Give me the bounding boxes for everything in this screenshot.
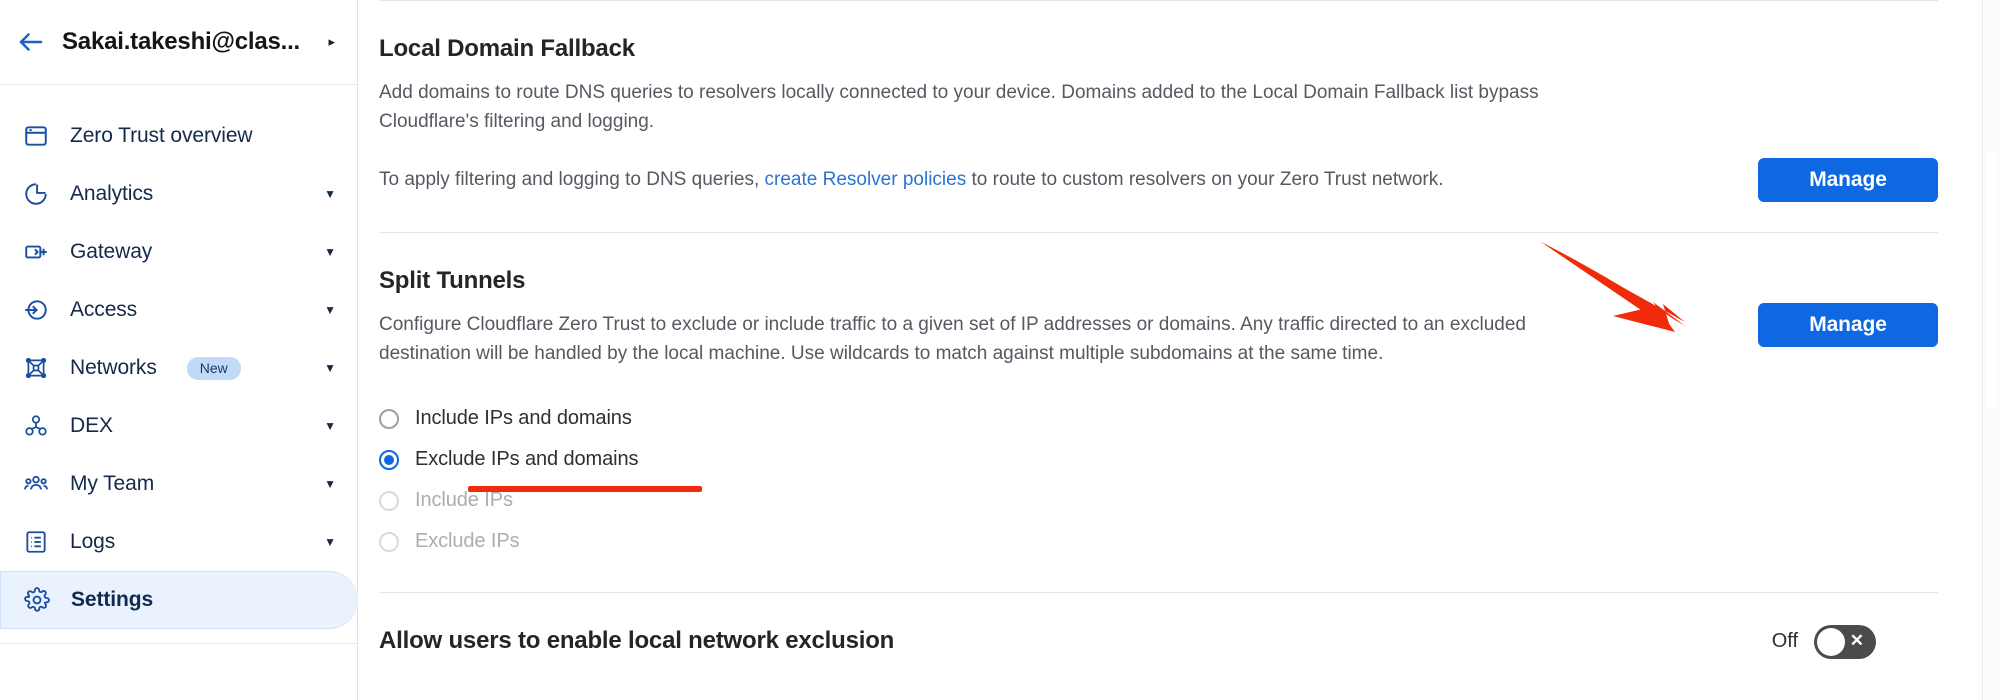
toggle-state-label: Off [1771,630,1798,652]
sidebar-item-access[interactable]: Access ▼ [0,281,358,339]
radio-exclude-ips: Exclude IPs [379,521,526,562]
sidebar-item-label: Logs [70,530,116,553]
sidebar-item-networks[interactable]: Networks New ▼ [0,339,358,397]
back-arrow-icon[interactable] [14,25,48,59]
local-domain-fallback-manage-button[interactable]: Manage [1758,158,1938,202]
annotation-red-underline [468,486,702,492]
sidebar-item-label: Settings [71,588,154,611]
pie-chart-icon [22,180,50,208]
chevron-down-icon[interactable]: ▼ [324,246,336,258]
sidebar-item-settings[interactable]: Settings [0,571,358,629]
sidebar-item-label: Zero Trust overview [70,124,253,147]
split-tunnels-title: Split Tunnels [379,267,526,294]
sidebar-item-dex[interactable]: DEX ▼ [0,397,358,455]
access-login-icon [22,296,50,324]
scrollbar-thumb[interactable] [1986,150,1997,410]
radio-label: Exclude IPs and domains [415,448,639,470]
local-domain-fallback-action-row: To apply filtering and logging to DNS qu… [379,158,1938,202]
radio-include-ips-and-domains[interactable]: Include IPs and domains [379,398,638,439]
chevron-down-icon[interactable]: ▼ [324,188,336,200]
gear-icon [23,586,51,614]
local-network-exclusion-toggle[interactable]: ✕ [1814,625,1876,659]
sidebar-item-label: DEX [70,414,113,437]
sidebar-item-label: Access [70,298,138,321]
network-mesh-icon [22,354,50,382]
settings-sections: Local Domain Fallback Add domains to rou… [358,1,2000,659]
new-badge: New [186,356,241,380]
create-resolver-policies-link[interactable]: create Resolver policies [765,169,967,190]
split-tunnels-header-row: Split Tunnels Configure Cloudflare Zero … [379,267,1938,368]
toggle-off-icon: ✕ [1849,631,1864,650]
sidebar-item-gateway[interactable]: Gateway ▼ [0,223,358,281]
radio-label: Include IPs and domains [415,407,632,429]
account-name: Sakai.takeshi@clas... [62,28,301,55]
radio-indicator[interactable] [379,449,399,470]
sidebar: Sakai.takeshi@clas... ▸ Zero Trust overv… [0,0,358,700]
resolver-policies-hint: To apply filtering and logging to DNS qu… [379,166,1444,195]
sidebar-item-label: My Team [70,472,155,495]
local-network-exclusion-title: Allow users to enable local network excl… [379,627,895,654]
chevron-down-icon[interactable]: ▼ [324,478,336,490]
chevron-down-icon[interactable]: ▼ [324,304,336,316]
chevron-down-icon[interactable]: ▼ [324,420,336,432]
split-tunnels-description: Configure Cloudflare Zero Trust to exclu… [379,314,1526,364]
split-tunnels-text-block: Split Tunnels Configure Cloudflare Zero … [379,267,1559,368]
main-content: Local Domain Fallback Add domains to rou… [358,0,2000,700]
sidebar-item-analytics[interactable]: Analytics ▼ [0,165,358,223]
logs-list-icon [22,528,50,556]
sidebar-item-logs[interactable]: Logs ▼ [0,513,358,571]
split-tunnels-manage-button[interactable]: Manage [1758,303,1938,347]
chevron-down-icon[interactable]: ▼ [324,536,336,548]
browser-window-icon [22,122,50,150]
local-domain-fallback-title: Local Domain Fallback [379,35,635,62]
sidebar-item-zero-trust-overview[interactable]: Zero Trust overview [0,107,358,165]
radio-indicator[interactable] [379,408,399,429]
radio-label: Exclude IPs [415,530,520,552]
radio-exclude-ips-and-domains[interactable]: Exclude IPs and domains [379,439,644,480]
sidebar-nav: Zero Trust overview Analytics ▼ Gateway … [0,85,358,644]
resolver-hint-suffix: to route to custom resolvers on your Zer… [966,168,1444,190]
gateway-icon [22,238,50,266]
sidebar-item-label: Networks [70,356,157,379]
vertical-scrollbar[interactable] [1982,0,2000,700]
account-switcher[interactable]: Sakai.takeshi@clas... ▸ [0,0,357,85]
local-domain-fallback-description: Add domains to route DNS queries to reso… [379,82,1539,132]
caret-right-icon[interactable]: ▸ [322,34,335,50]
radio-label: Include IPs [415,489,513,511]
section-local-domain-fallback: Local Domain Fallback Add domains to rou… [379,1,1938,233]
radio-indicator [379,490,399,511]
resolver-hint-prefix: To apply filtering and logging to DNS qu… [379,168,765,190]
zero-trust-settings-page: Sakai.takeshi@clas... ▸ Zero Trust overv… [0,0,2000,700]
dex-nodes-icon [22,412,50,440]
sidebar-item-label: Analytics [70,182,154,205]
chevron-down-icon[interactable]: ▼ [324,362,336,374]
section-split-tunnels: Split Tunnels Configure Cloudflare Zero … [379,233,1938,593]
sidebar-item-my-team[interactable]: My Team ▼ [0,455,358,513]
toggle-knob [1817,628,1845,656]
section-local-network-exclusion: Allow users to enable local network excl… [379,593,1938,659]
sidebar-item-label: Gateway [70,240,153,263]
split-tunnels-mode-radio-group: Include IPs and domains Exclude IPs and … [379,398,1938,562]
local-network-exclusion-toggle-row: Off ✕ [1772,625,1876,659]
radio-indicator [379,531,399,552]
people-group-icon [22,470,50,498]
